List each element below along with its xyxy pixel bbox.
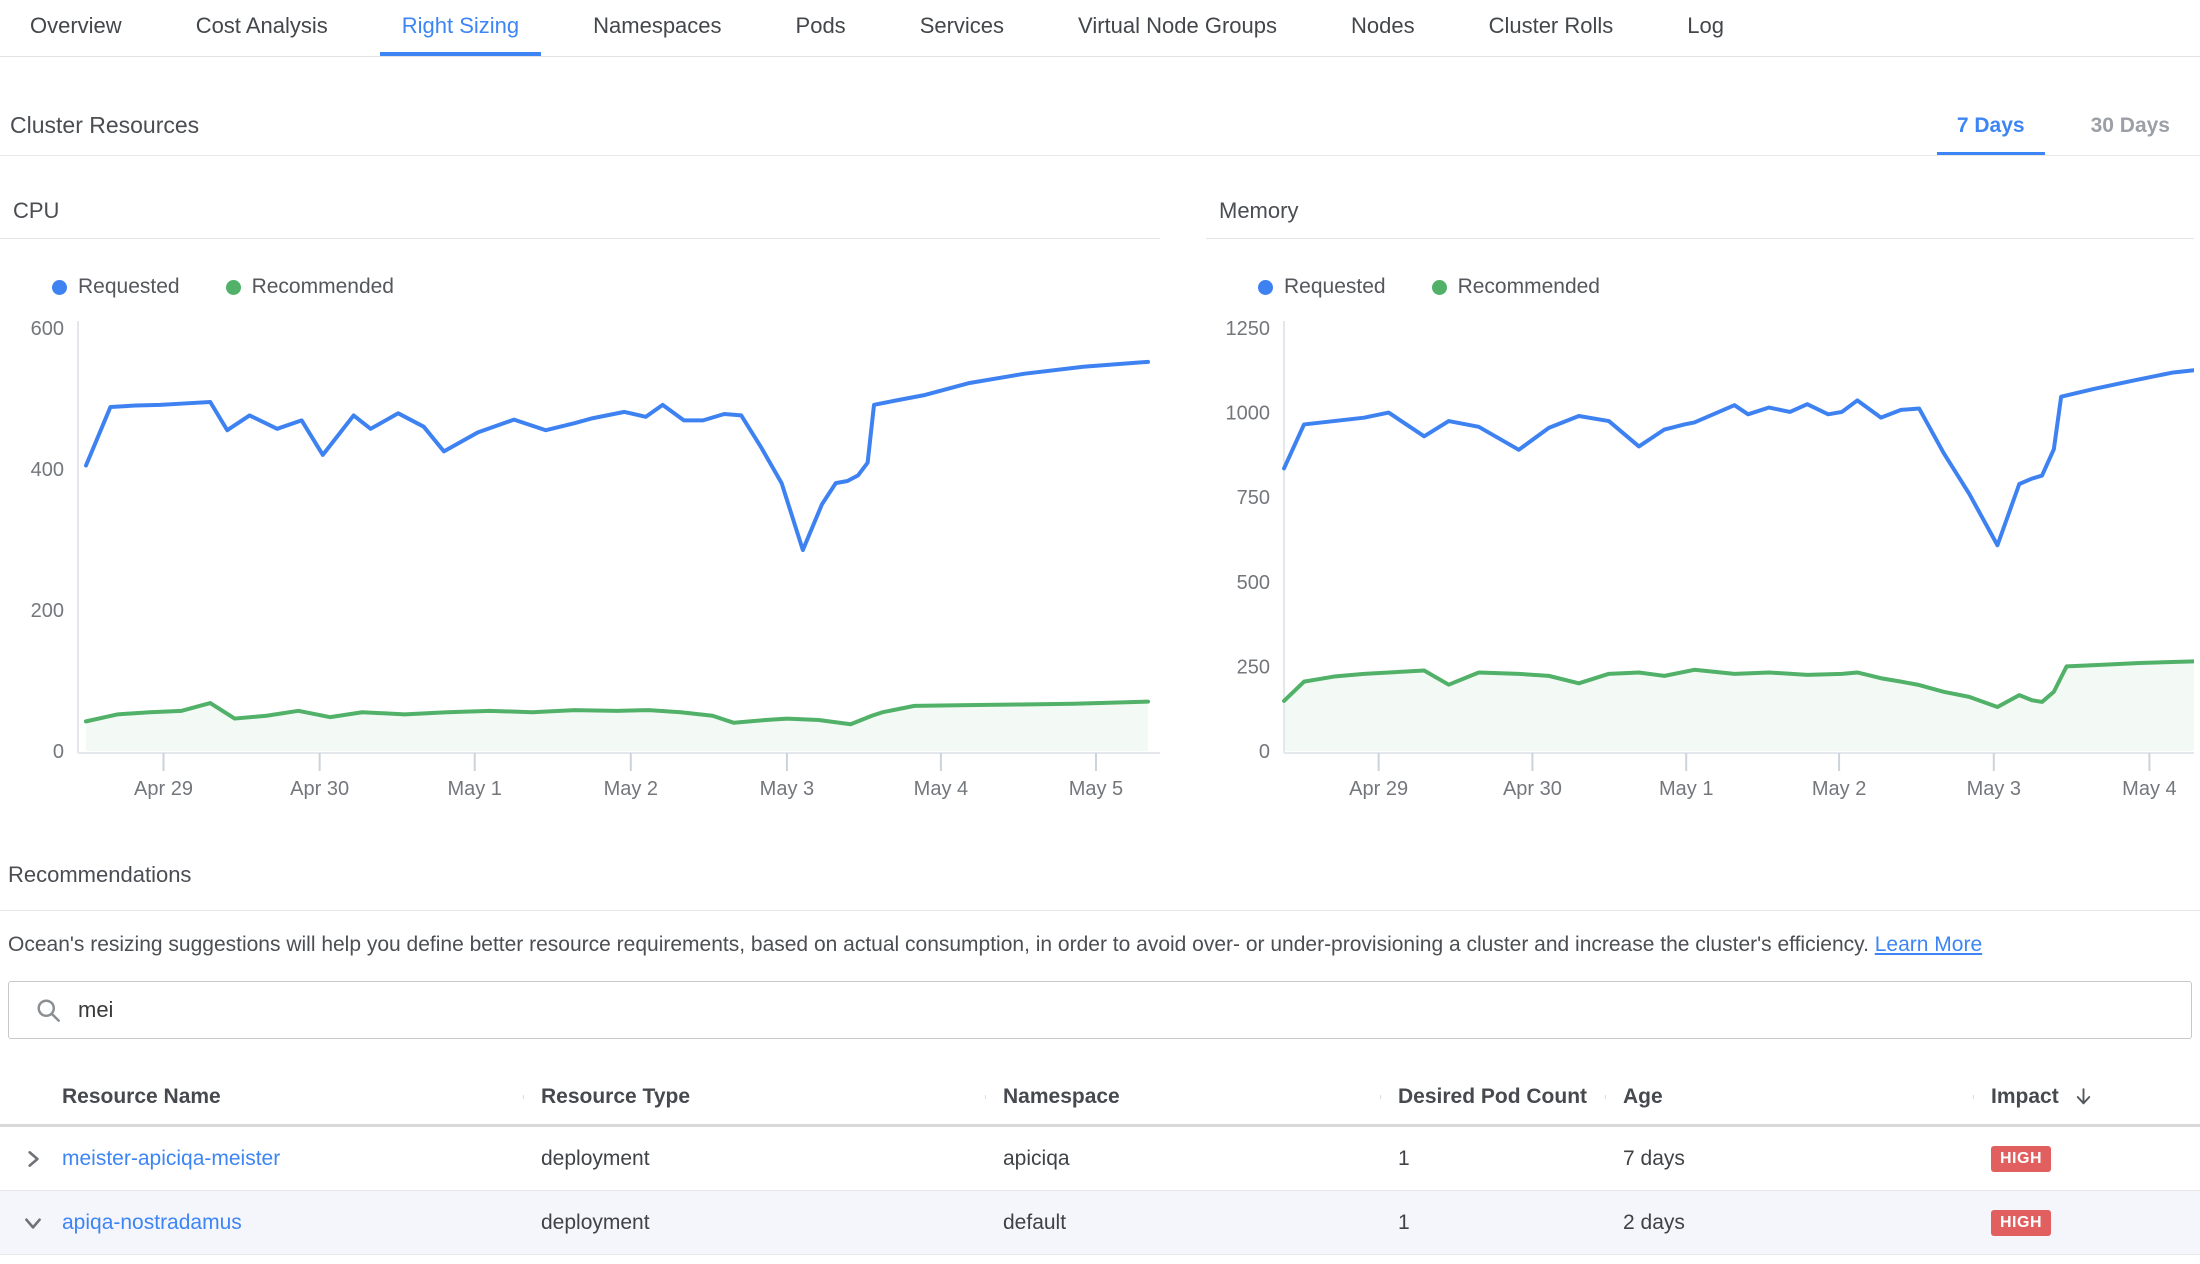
table-header: Resource Name Resource Type Namespace De… [0,1069,2200,1127]
svg-text:May 4: May 4 [2122,778,2176,800]
memory-chart-panel: Memory Requested Recommended Apr 29 Apr 3… [1206,192,2194,812]
range-30-days[interactable]: 30 Days [2071,114,2190,155]
column-impact[interactable]: Impact [1973,1085,2200,1109]
cluster-resources-header: Cluster Resources 7 Days 30 Days [0,57,2200,156]
impact-label: Impact [1991,1085,2059,1109]
cpu-chart-panel: CPU Requested Recommended Apr 29 Apr 30 Ma… [0,192,1160,812]
svg-text:500: 500 [1237,572,1270,594]
table-row[interactable]: meister-apiciqa-meister deployment apici… [0,1127,2200,1191]
svg-text:0: 0 [1259,741,1270,763]
tab-log[interactable]: Log [1665,0,1746,56]
tab-services[interactable]: Services [898,0,1026,56]
cpu-line-chart: Apr 29 Apr 30 May 1 May 2 May 3 May 4 May 5 600… [0,313,1160,812]
resource-name-link[interactable]: apiqa-nostradamus [62,1211,242,1234]
requested-dot-icon [1258,280,1273,295]
recommended-dot-icon [226,280,241,295]
resource-name-link[interactable]: meister-apiciqa-meister [62,1147,280,1170]
tab-right-sizing[interactable]: Right Sizing [380,0,541,56]
svg-text:600: 600 [31,318,64,340]
main-tab-bar: Overview Cost Analysis Right Sizing Name… [0,0,2200,57]
svg-text:May 1: May 1 [447,778,501,800]
svg-text:250: 250 [1237,656,1270,678]
charts-row: CPU Requested Recommended Apr 29 Apr 30 Ma… [0,192,2200,812]
column-resource-type[interactable]: Resource Type [523,1085,985,1109]
svg-text:400: 400 [31,459,64,481]
recommendations-search[interactable] [8,981,2192,1039]
column-resource-name[interactable]: Resource Name [54,1085,523,1109]
impact-cell: HIGH [1973,1209,2200,1236]
svg-text:Apr 30: Apr 30 [290,778,349,800]
tab-namespaces[interactable]: Namespaces [571,0,743,56]
desired-pod-count-cell: 1 [1380,1147,1605,1171]
desired-pod-count-cell: 1 [1380,1211,1605,1235]
search-icon [35,997,62,1024]
recommendations-description: Ocean's resizing suggestions will help y… [8,933,2192,957]
column-desired-pod-count[interactable]: Desired Pod Count [1380,1085,1605,1109]
section-title: Cluster Resources [10,112,199,155]
legend-item-requested[interactable]: Requested [1258,275,1386,299]
memory-legend: Requested Recommended [1258,275,2194,299]
svg-text:Apr 29: Apr 29 [134,778,193,800]
svg-text:May 2: May 2 [1812,778,1866,800]
collapse-row-button[interactable] [0,1212,54,1234]
svg-text:750: 750 [1237,487,1270,509]
tab-cost-analysis[interactable]: Cost Analysis [174,0,350,56]
svg-text:May 1: May 1 [1659,778,1713,800]
legend-label: Recommended [1458,275,1600,299]
svg-text:0: 0 [53,741,64,763]
recommendations-title: Recommendations [0,862,2200,911]
svg-text:Apr 29: Apr 29 [1349,778,1408,800]
memory-line-chart: Apr 29 Apr 30 May 1 May 2 May 3 May 4 1250 1000… [1206,313,2194,812]
requested-dot-icon [52,280,67,295]
impact-cell: HIGH [1973,1145,2200,1172]
svg-text:1000: 1000 [1226,403,1271,425]
tab-virtual-node-groups[interactable]: Virtual Node Groups [1056,0,1299,56]
svg-text:May 5: May 5 [1069,778,1123,800]
tab-cluster-rolls[interactable]: Cluster Rolls [1467,0,1636,56]
namespace-cell: default [985,1211,1380,1235]
legend-label: Requested [78,275,180,299]
resource-name-cell: apiqa-nostradamus [54,1211,523,1235]
chevron-down-icon [22,1212,44,1234]
tab-nodes[interactable]: Nodes [1329,0,1437,56]
tab-pods[interactable]: Pods [774,0,868,56]
range-7-days[interactable]: 7 Days [1937,114,2045,155]
recommendations-table: Resource Name Resource Type Namespace De… [0,1069,2200,1255]
resource-name-cell: meister-apiciqa-meister [54,1147,523,1171]
memory-chart-title: Memory [1206,192,2194,239]
description-text: Ocean's resizing suggestions will help y… [8,933,1869,956]
legend-item-requested[interactable]: Requested [52,275,180,299]
column-age[interactable]: Age [1605,1085,1973,1109]
recommended-dot-icon [1432,280,1447,295]
table-row[interactable]: apiqa-nostradamus deployment default 1 2… [0,1191,2200,1255]
expand-row-button[interactable] [0,1148,54,1170]
column-namespace[interactable]: Namespace [985,1085,1380,1109]
cpu-chart-title: CPU [0,192,1160,239]
svg-text:May 3: May 3 [1967,778,2021,800]
resource-type-cell: deployment [523,1147,985,1171]
learn-more-link[interactable]: Learn More [1875,933,1982,956]
svg-text:Apr 30: Apr 30 [1503,778,1562,800]
svg-text:200: 200 [31,600,64,622]
legend-item-recommended[interactable]: Recommended [1432,275,1600,299]
chevron-right-icon [22,1148,44,1170]
legend-label: Recommended [252,275,394,299]
age-cell: 7 days [1605,1147,1973,1171]
time-range-switch: 7 Days 30 Days [1937,114,2190,155]
svg-text:May 2: May 2 [604,778,658,800]
impact-badge-high: HIGH [1991,1210,2051,1236]
legend-item-recommended[interactable]: Recommended [226,275,394,299]
svg-text:May 3: May 3 [760,778,814,800]
legend-label: Requested [1284,275,1386,299]
search-input[interactable] [78,997,2191,1023]
resource-type-cell: deployment [523,1211,985,1235]
tab-overview[interactable]: Overview [8,0,144,56]
svg-text:May 4: May 4 [914,778,968,800]
svg-text:1250: 1250 [1226,318,1271,340]
age-cell: 2 days [1605,1211,1973,1235]
cpu-legend: Requested Recommended [52,275,1160,299]
impact-badge-high: HIGH [1991,1146,2051,1172]
sort-desc-arrow-icon [2073,1086,2094,1107]
namespace-cell: apiciqa [985,1147,1380,1171]
